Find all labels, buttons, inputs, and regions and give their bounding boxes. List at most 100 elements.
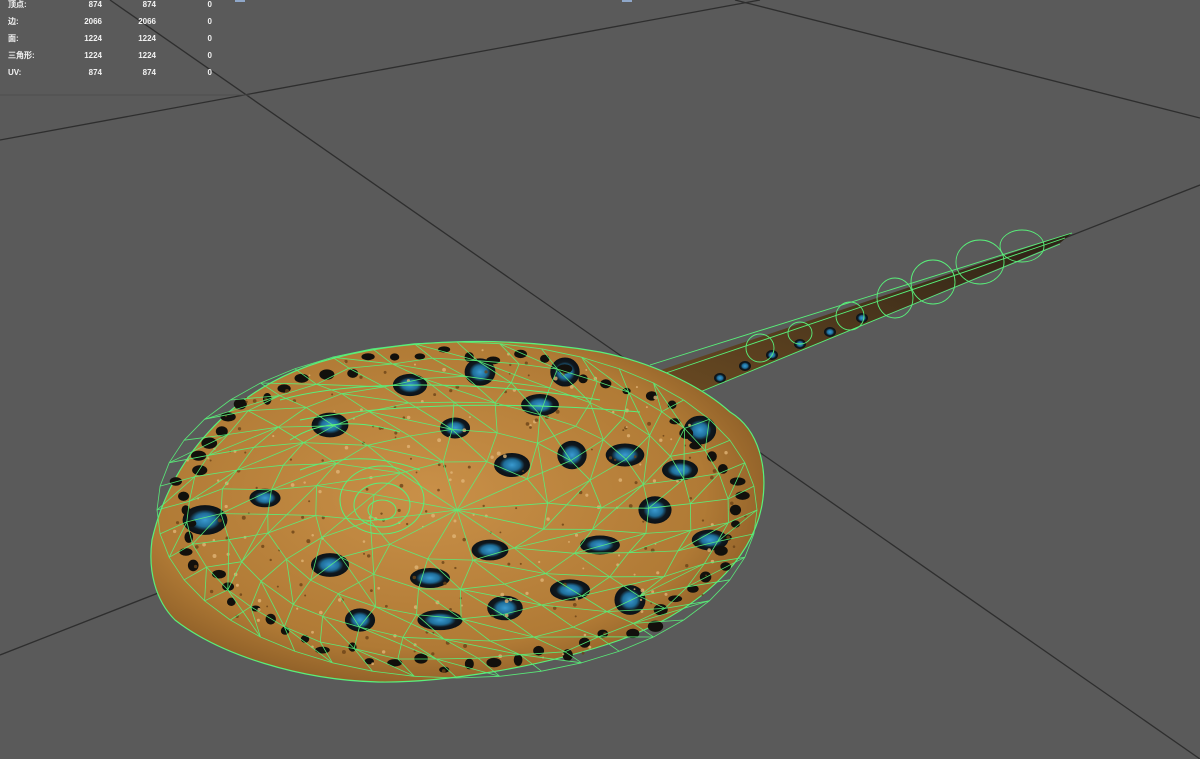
rim-spot xyxy=(178,491,190,501)
wire-edge xyxy=(156,486,161,511)
texture-speckle xyxy=(626,434,631,438)
texture-speckle xyxy=(625,426,628,429)
texture-speckle xyxy=(617,554,621,557)
texture-speckle xyxy=(640,588,645,593)
texture-speckle xyxy=(653,395,658,400)
texture-speckle xyxy=(499,531,502,534)
texture-speckle xyxy=(431,652,435,656)
body-spot xyxy=(521,394,559,416)
texture-speckle xyxy=(333,410,336,412)
rim-spot xyxy=(689,441,702,450)
stat-value: 874 xyxy=(88,68,102,77)
rim-spot xyxy=(187,559,199,572)
texture-speckle xyxy=(582,567,585,570)
texture-speckle xyxy=(406,415,411,420)
texture-speckle xyxy=(640,610,644,613)
texture-speckle xyxy=(441,560,445,564)
texture-speckle xyxy=(568,540,570,543)
texture-speckle xyxy=(175,521,180,525)
stat-value: 1224 xyxy=(138,34,156,43)
texture-speckle xyxy=(415,471,418,474)
texture-speckle xyxy=(688,456,692,459)
texture-speckle xyxy=(272,435,275,438)
texture-speckle xyxy=(433,393,437,397)
rim-spot xyxy=(387,659,403,667)
rim-spot xyxy=(190,450,207,461)
texture-speckle xyxy=(285,388,290,393)
texture-speckle xyxy=(405,522,409,526)
wire-edge xyxy=(183,418,205,441)
texture-speckle xyxy=(172,529,177,534)
texture-speckle xyxy=(552,606,557,610)
texture-speckle xyxy=(207,457,210,460)
texture-speckle xyxy=(235,583,239,587)
texture-speckle xyxy=(659,438,663,442)
rim-spot xyxy=(300,635,310,643)
stat-value: 2066 xyxy=(138,17,156,26)
texture-speckle xyxy=(525,591,529,596)
texture-speckle xyxy=(515,507,518,510)
rim-spot xyxy=(294,373,309,383)
stat-label: 边: xyxy=(8,17,19,26)
texture-speckle xyxy=(202,542,206,547)
texture-speckle xyxy=(437,438,442,443)
texture-speckle xyxy=(406,444,411,449)
texture-speckle xyxy=(561,523,565,526)
texture-speckle xyxy=(363,552,366,555)
texture-speckle xyxy=(261,544,265,548)
texture-speckle xyxy=(652,479,657,483)
texture-speckle xyxy=(588,645,592,649)
stingray-body[interactable] xyxy=(150,340,765,683)
texture-speckle xyxy=(366,554,371,558)
rim-spot xyxy=(729,504,742,516)
texture-speckle xyxy=(656,571,660,575)
stat-value: 0 xyxy=(207,51,212,60)
texture-speckle xyxy=(462,537,466,542)
texture-speckle xyxy=(193,564,198,569)
texture-speckle xyxy=(639,463,642,466)
texture-speckle xyxy=(540,578,544,582)
3d-viewport[interactable]: 顶点: 874 874 0 边: 2066 2066 0 面: 1224 122… xyxy=(0,0,1200,759)
texture-speckle xyxy=(504,599,509,604)
texture-speckle xyxy=(647,421,652,426)
texture-speckle xyxy=(291,530,295,534)
texture-speckle xyxy=(635,386,638,389)
stingray-tail[interactable] xyxy=(649,229,1073,393)
rim-spot xyxy=(319,369,335,380)
texture-speckle xyxy=(555,409,560,414)
texture-speckle xyxy=(527,374,530,377)
texture-speckle xyxy=(311,630,314,634)
rim-spot xyxy=(730,520,741,528)
texture-speckle xyxy=(252,399,257,403)
texture-speckle xyxy=(633,455,637,458)
stat-value: 2066 xyxy=(84,17,102,26)
texture-speckle xyxy=(224,504,228,509)
scene-canvas[interactable] xyxy=(0,0,1200,759)
texture-speckle xyxy=(269,558,272,562)
texture-speckle xyxy=(664,592,668,596)
body-spot xyxy=(661,459,699,481)
texture-speckle xyxy=(241,515,246,520)
texture-speckle xyxy=(500,592,505,597)
texture-speckle xyxy=(522,470,525,473)
texture-speckle xyxy=(590,448,593,451)
body-spot xyxy=(638,496,672,524)
texture-speckle xyxy=(705,574,707,577)
texture-speckle xyxy=(331,393,334,396)
texture-speckle xyxy=(308,500,311,503)
grid-line xyxy=(734,0,1200,119)
texture-speckle xyxy=(443,581,447,586)
texture-speckle xyxy=(257,599,262,603)
texture-speckle xyxy=(239,593,243,596)
texture-speckle xyxy=(534,418,539,422)
texture-speckle xyxy=(463,644,468,648)
texture-speckle xyxy=(394,436,397,439)
texture-speckle xyxy=(344,445,349,450)
stat-value: 874 xyxy=(142,68,156,77)
texture-speckle xyxy=(546,517,550,521)
texture-speckle xyxy=(304,594,307,597)
texture-speckle xyxy=(290,483,295,487)
texture-speckle xyxy=(575,597,579,601)
rim-spot xyxy=(265,613,276,625)
wire-edge xyxy=(581,650,620,664)
